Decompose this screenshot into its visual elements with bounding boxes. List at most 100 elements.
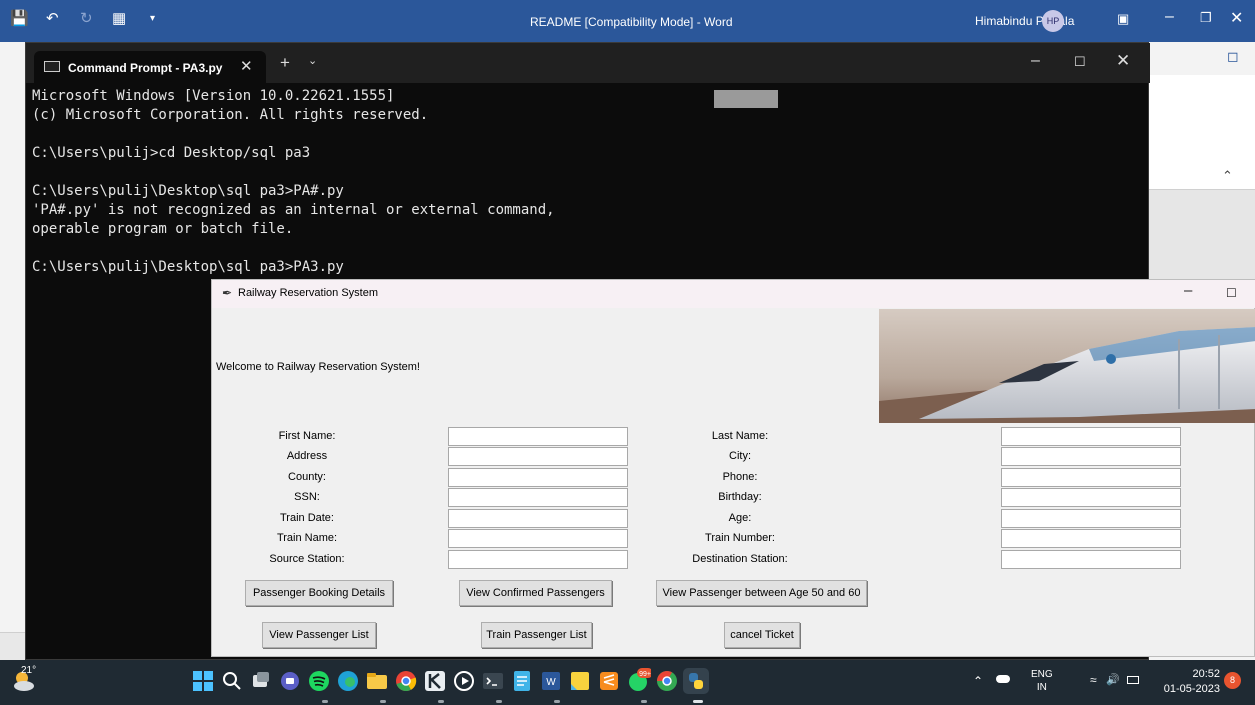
terminal-icon	[44, 61, 60, 72]
train-date-input[interactable]	[448, 509, 628, 528]
last-name-input[interactable]	[1001, 427, 1181, 446]
sticky-notes-icon[interactable]	[567, 668, 593, 694]
word-close-icon[interactable]: ✕	[1230, 8, 1243, 28]
first-name-label: First Name:	[278, 430, 336, 442]
word-icon[interactable]: W	[538, 668, 564, 694]
comments-icon[interactable]: ◻	[1227, 48, 1239, 65]
view-confirmed-passengers-button[interactable]: View Confirmed Passengers	[459, 580, 612, 606]
language-indicator[interactable]: ENG IN	[1031, 668, 1053, 694]
running-indicator	[380, 700, 386, 703]
onedrive-icon[interactable]	[996, 675, 1010, 683]
view-passenger-age-range-button[interactable]: View Passenger between Age 50 and 60	[656, 580, 867, 606]
address-input[interactable]	[448, 447, 628, 466]
running-indicator	[438, 700, 444, 703]
train-date-label: Train Date:	[279, 512, 334, 524]
show-hidden-icons-icon[interactable]: ⌃	[973, 674, 983, 688]
app-k-icon[interactable]	[422, 668, 448, 694]
word-maximize-icon[interactable]: ❐	[1200, 10, 1212, 26]
train-image	[879, 309, 1255, 423]
undo-icon[interactable]: ↶	[46, 9, 59, 27]
destination-station-input[interactable]	[1001, 550, 1181, 569]
volume-icon[interactable]: 🔊	[1106, 673, 1120, 686]
train-number-label: Train Number:	[705, 532, 775, 544]
terminal-line: (c) Microsoft Corporation. All rights re…	[32, 107, 429, 123]
terminal-output[interactable]: Microsoft Windows [Version 10.0.22621.15…	[32, 87, 1142, 277]
search-icon[interactable]	[219, 668, 245, 694]
battery-icon[interactable]	[1127, 676, 1139, 684]
city-label: City:	[729, 450, 751, 462]
phone-input[interactable]	[1001, 468, 1181, 487]
python-icon[interactable]	[683, 668, 709, 694]
clock-date: 01-05-2023	[1163, 683, 1220, 695]
age-input[interactable]	[1001, 509, 1181, 528]
notification-badge[interactable]: 8	[1224, 672, 1241, 689]
app-titlebar[interactable]: ✒ Railway Reservation System – ☐	[212, 280, 1255, 308]
app-minimize-icon[interactable]: –	[1184, 282, 1192, 299]
collapse-ribbon-icon[interactable]: ⌃	[1222, 168, 1233, 184]
ssn-input[interactable]	[448, 488, 628, 507]
sublime-text-icon[interactable]	[596, 668, 622, 694]
weather-temperature[interactable]: 21°	[21, 665, 36, 676]
wifi-icon[interactable]: ≈	[1090, 673, 1097, 687]
running-indicator	[322, 700, 328, 703]
last-name-label: Last Name:	[711, 430, 769, 442]
birthday-label: Birthday:	[718, 491, 762, 503]
train-passenger-list-button[interactable]: Train Passenger List	[481, 622, 592, 648]
cmd-maximize-icon[interactable]: ☐	[1074, 54, 1086, 70]
cmd-close-icon[interactable]: ✕	[1116, 51, 1130, 71]
taskbar: 21° W 99+ ⌃ ENG IN ≈ 🔊 20:52 01-05-2023 …	[0, 660, 1255, 705]
cmd-tab-title: Command Prompt - PA3.py	[68, 61, 223, 75]
terminal-line: Microsoft Windows [Version 10.0.22621.15…	[32, 88, 395, 104]
cancel-ticket-button[interactable]: cancel Ticket	[724, 622, 800, 648]
running-indicator	[496, 700, 502, 703]
terminal-line: operable program or batch file.	[32, 221, 294, 237]
file-explorer-icon[interactable]	[364, 668, 390, 694]
first-name-input[interactable]	[448, 427, 628, 446]
language-code: ENG	[1031, 669, 1053, 680]
word-minimize-icon[interactable]: –	[1165, 8, 1174, 26]
active-indicator	[693, 700, 703, 703]
terminal-line: ​	[32, 239, 1142, 258]
terminal-line: ​	[32, 125, 1142, 144]
birthday-input[interactable]	[1001, 488, 1181, 507]
redo-icon[interactable]: ↻	[80, 9, 93, 27]
edge-icon[interactable]	[335, 668, 361, 694]
train-number-input[interactable]	[1001, 529, 1181, 548]
avatar[interactable]: HP	[1042, 10, 1064, 32]
cmd-tab[interactable]: Command Prompt - PA3.py ✕	[34, 51, 266, 83]
city-input[interactable]	[1001, 447, 1181, 466]
county-input[interactable]	[448, 468, 628, 487]
customize-toolbar-icon[interactable]: ▾	[150, 13, 155, 24]
close-tab-icon[interactable]: ✕	[240, 57, 253, 75]
terminal-app-icon[interactable]	[480, 668, 506, 694]
media-player-icon[interactable]	[451, 668, 477, 694]
cmd-tab-bar: Command Prompt - PA3.py ✕ + ⌄ – ☐ ✕	[26, 43, 1150, 83]
save-icon[interactable]: 💾	[10, 9, 29, 27]
chrome-alt-icon[interactable]	[654, 668, 680, 694]
spotify-icon[interactable]	[306, 668, 332, 694]
windows-start-icon[interactable]	[190, 668, 216, 694]
app-maximize-icon[interactable]: ☐	[1226, 286, 1237, 300]
ribbon-display-icon[interactable]: ▣	[1117, 11, 1129, 27]
terminal-line: C:\Users\pulij\Desktop\sql pa3>PA#.py	[32, 183, 344, 199]
terminal-line: C:\Users\pulij\Desktop\sql pa3>PA3.py	[32, 259, 344, 275]
view-passenger-list-button[interactable]: View Passenger List	[262, 622, 376, 648]
task-view-icon[interactable]	[248, 668, 274, 694]
cmd-minimize-icon[interactable]: –	[1031, 52, 1040, 70]
phone-label: Phone:	[722, 471, 758, 483]
whatsapp-badge: 99+	[639, 671, 651, 678]
print-preview-icon[interactable]: ▦	[112, 9, 126, 27]
age-label: Age:	[728, 512, 752, 524]
chevron-down-icon[interactable]: ⌄	[308, 54, 317, 67]
whatsapp-icon[interactable]: 99+	[625, 668, 653, 694]
destination-station-label: Destination Station:	[692, 553, 788, 565]
notepad-icon[interactable]	[509, 668, 535, 694]
new-tab-icon[interactable]: +	[280, 53, 290, 73]
clock[interactable]: 20:52 01-05-2023	[1160, 667, 1220, 697]
chrome-icon[interactable]	[393, 668, 419, 694]
train-name-input[interactable]	[448, 529, 628, 548]
teams-chat-icon[interactable]	[277, 668, 303, 694]
feather-icon: ✒	[222, 286, 233, 300]
source-station-input[interactable]	[448, 550, 628, 569]
passenger-booking-details-button[interactable]: Passenger Booking Details	[245, 580, 393, 606]
